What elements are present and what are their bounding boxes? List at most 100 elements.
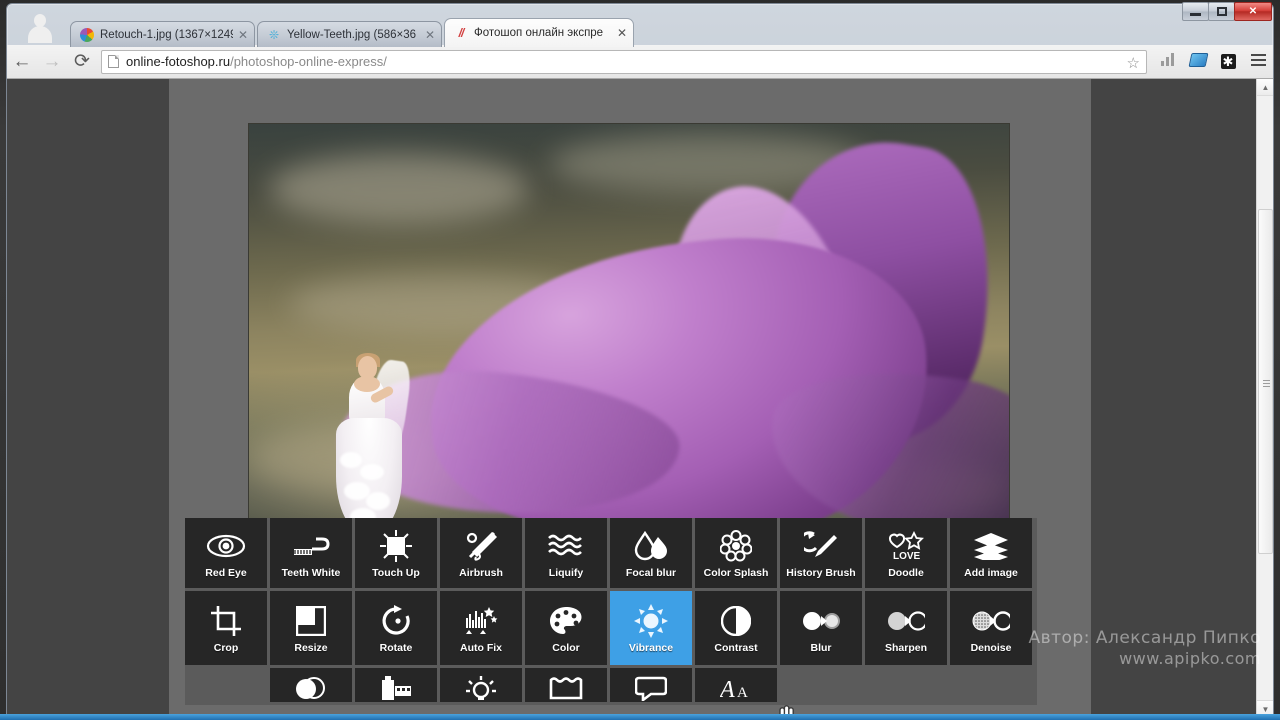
browser-tab-yellow-teeth[interactable]: ❊ Yellow-Teeth.jpg (586×36 ✕ <box>257 21 442 47</box>
effects-row-2: Crop Resize Rotate Auto Fix Color Vibran… <box>185 591 1037 665</box>
tool-vibrance[interactable]: Vibrance <box>610 591 692 665</box>
tool-color[interactable]: Color <box>525 591 607 665</box>
waves-icon <box>548 527 584 565</box>
tool-label: Contrast <box>714 642 758 654</box>
tool-contrast[interactable]: Contrast <box>695 591 777 665</box>
tool-label: Color <box>552 642 580 654</box>
bride-figure <box>324 353 414 534</box>
tool-doodle[interactable]: LOVE Doodle <box>865 518 947 588</box>
tool-label: Auto Fix <box>460 642 502 654</box>
tool-label: Add image <box>964 567 1018 579</box>
address-bar[interactable]: online-fotoshop.ru/photoshop-online-expr… <box>101 49 1147 74</box>
menu-icon[interactable] <box>1243 51 1273 73</box>
contrast-icon <box>721 602 751 640</box>
tab-close-icon[interactable]: ✕ <box>425 28 435 42</box>
tool-touch-up[interactable]: Touch Up <box>355 518 437 588</box>
tool-label: Focal blur <box>625 567 677 579</box>
tool-liquify[interactable]: Liquify <box>525 518 607 588</box>
tool-lightbulb[interactable] <box>440 668 522 702</box>
tool-label: Touch Up <box>372 567 420 579</box>
toothbrush-icon <box>292 527 330 565</box>
scrollbar-grip-icon <box>1263 378 1270 389</box>
tab-title: Yellow-Teeth.jpg (586×36 <box>287 28 417 41</box>
tool-color-splash[interactable]: Color Splash <box>695 518 777 588</box>
touchup-icon <box>380 527 412 565</box>
tool-teeth-white[interactable]: Teeth White <box>270 518 352 588</box>
tool-airbrush[interactable]: Airbrush <box>440 518 522 588</box>
tool-label: Liquify <box>548 567 584 579</box>
tab-title: Фотошоп онлайн экспре <box>474 27 604 39</box>
speech-icon <box>635 673 667 702</box>
tool-rotate[interactable]: Rotate <box>355 591 437 665</box>
lightbulb-icon <box>465 673 497 702</box>
tool-frame[interactable] <box>525 668 607 702</box>
reload-button[interactable]: ⟳ <box>67 50 97 73</box>
maximize-button[interactable] <box>1208 2 1235 21</box>
tool-film[interactable] <box>355 668 437 702</box>
browser-tab-photoshop-online[interactable]: // Фотошоп онлайн экспре ✕ <box>444 18 634 47</box>
editor-canvas-area: Red Eye Teeth White Touch Up Airbrush Li… <box>169 79 1091 717</box>
watermark-site: www.apipko.com <box>1119 649 1261 668</box>
browser-toolbar: ← → ⟳ online-fotoshop.ru/photoshop-onlin… <box>7 45 1273 79</box>
frame-icon <box>549 673 583 702</box>
page-document-icon <box>108 55 119 68</box>
scrollbar-thumb[interactable] <box>1258 209 1273 554</box>
tool-focal-blur[interactable]: Focal blur <box>610 518 692 588</box>
tool-label: Color Splash <box>703 567 769 579</box>
url-domain: online-fotoshop.ru <box>126 54 231 69</box>
page-scrollbar[interactable]: ▲ ▼ <box>1256 79 1273 717</box>
tool-label: Airbrush <box>459 567 503 579</box>
tool-label: Blur <box>810 642 832 654</box>
back-button[interactable]: ← <box>7 51 37 73</box>
extension-blue-icon[interactable] <box>1183 52 1213 71</box>
tool-history-brush[interactable]: History Brush <box>780 518 862 588</box>
forward-button[interactable]: → <box>37 51 67 73</box>
tool-sharpen[interactable]: Sharpen <box>865 591 947 665</box>
tool-denoise[interactable]: Denoise <box>950 591 1032 665</box>
tool-text[interactable]: AA <box>695 668 777 702</box>
edited-photo[interactable] <box>249 124 1009 534</box>
browser-window: ✕ Retouch-1.jpg (1367×1249 ✕ ❊ Yellow-Te… <box>0 0 1280 720</box>
denoise-icon <box>972 602 1010 640</box>
rotate-icon <box>380 602 412 640</box>
tool-resize[interactable]: Resize <box>270 591 352 665</box>
analytics-icon[interactable] <box>1153 53 1183 70</box>
autofix-icon <box>464 602 498 640</box>
sharpen-icon <box>887 602 925 640</box>
tool-label: Resize <box>294 642 328 654</box>
sun-icon <box>634 602 668 640</box>
watermark: Автор: Александр Пипко www.apipko.com <box>1028 628 1261 669</box>
butterfly-icon: ❊ <box>268 27 280 42</box>
tool-label: Red Eye <box>205 567 247 579</box>
tool-label: History Brush <box>786 567 856 579</box>
user-avatar-icon[interactable] <box>25 12 55 43</box>
tab-title: Retouch-1.jpg (1367×1249 <box>100 28 233 41</box>
svg-text:A: A <box>737 685 748 701</box>
tool-auto-fix[interactable]: Auto Fix <box>440 591 522 665</box>
tab-close-icon[interactable]: ✕ <box>617 26 627 40</box>
tool-crop[interactable]: Crop <box>185 591 267 665</box>
tool-label: Vibrance <box>628 642 674 654</box>
browser-tab-retouch[interactable]: Retouch-1.jpg (1367×1249 ✕ <box>70 21 255 47</box>
crop-icon <box>210 602 242 640</box>
blur-icon <box>802 602 840 640</box>
text-tool-icon: AA <box>720 673 752 702</box>
scroll-up-arrow[interactable]: ▲ <box>1257 79 1273 96</box>
tool-blur[interactable]: Blur <box>780 591 862 665</box>
effects-toolbar: Red Eye Teeth White Touch Up Airbrush Li… <box>185 518 1037 705</box>
tool-red-eye[interactable]: Red Eye <box>185 518 267 588</box>
svg-text:LOVE: LOVE <box>893 551 921 561</box>
tool-label: Sharpen <box>884 642 927 654</box>
tab-close-icon[interactable]: ✕ <box>238 28 248 42</box>
minimize-button[interactable] <box>1182 2 1209 21</box>
photo-icon <box>80 27 94 42</box>
slashes-icon: // <box>458 26 465 40</box>
tool-add-image[interactable]: Add image <box>950 518 1032 588</box>
tool-lighten[interactable] <box>270 668 352 702</box>
taskbar-strip <box>0 714 1280 720</box>
tab-strip: Retouch-1.jpg (1367×1249 ✕ ❊ Yellow-Teet… <box>7 4 1280 47</box>
close-button[interactable]: ✕ <box>1234 2 1272 21</box>
bookmark-star-icon[interactable]: ☆ <box>1127 54 1140 72</box>
tool-speech[interactable] <box>610 668 692 702</box>
asterisk-icon[interactable]: ✱ <box>1213 53 1243 70</box>
